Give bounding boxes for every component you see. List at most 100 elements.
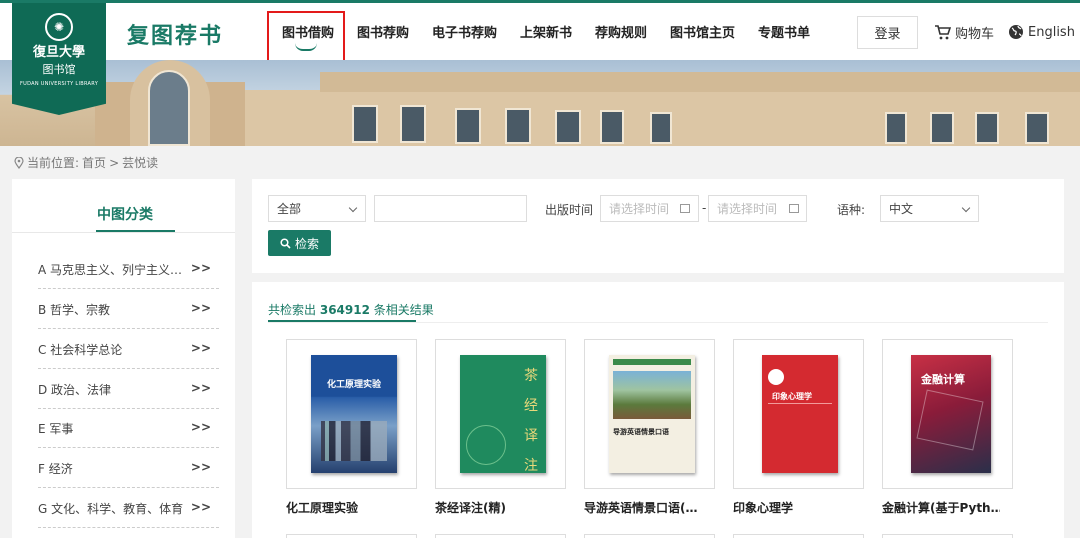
language-select[interactable]: 中文 — [880, 195, 979, 222]
book-cover-frame: 化工原理实验 — [286, 339, 417, 489]
university-seal-icon: ✺ — [45, 13, 73, 41]
pub-time-label: 出版时间 — [545, 203, 594, 217]
nav-recommend-rules[interactable]: 荐购规则 — [595, 22, 647, 41]
nav-active-arc — [295, 43, 317, 51]
book-cover-ornament — [466, 425, 506, 465]
banner-window — [650, 112, 672, 144]
sidebar-divider — [12, 232, 235, 233]
banner-window — [930, 112, 954, 144]
book-cover-emblem — [768, 369, 784, 385]
book-title: 导游英语情景口语(… — [584, 501, 698, 515]
category-item-e[interactable]: E 军事 >> — [38, 408, 219, 448]
library-logo[interactable]: ✺ 復旦大學 图书馆 FUDAN UNIVERSITY LIBRARY — [12, 3, 106, 115]
scope-select-value: 全部 — [277, 202, 302, 216]
banner-window — [555, 110, 581, 144]
book-cover-frame: 印象心理学 — [733, 339, 864, 489]
book-card[interactable]: 化工原理实验 化工原理实验 — [286, 339, 417, 516]
book-cover: 印象心理学 — [762, 355, 838, 473]
category-item-a[interactable]: A 马克思主义、列宁主义、毛泽东思想、邓小平理论>> — [38, 249, 219, 289]
nav-library-home[interactable]: 图书馆主页 — [670, 22, 735, 41]
search-icon — [280, 237, 291, 249]
book-cover-frame: 导游英语情景口语 — [584, 339, 715, 489]
result-count-suffix: 条相关结果 — [373, 303, 434, 317]
category-arrow: >> — [190, 460, 211, 474]
book-cover-title: 金融计算 — [921, 373, 965, 386]
banner-window — [505, 108, 531, 144]
banner-building-roof — [320, 72, 1080, 92]
book-card-next-row — [882, 534, 1013, 538]
sidebar-title: 中图分类 — [97, 207, 153, 223]
book-card[interactable]: 印象心理学 印象心理学 — [733, 339, 864, 516]
cart-icon — [935, 25, 951, 40]
language-select-value: 中文 — [889, 202, 914, 216]
book-card-next-row — [584, 534, 715, 538]
category-label: G 文化、科学、教育、体育 — [38, 502, 184, 516]
category-label: F 经济 — [38, 462, 73, 476]
nav-ebook-recommend[interactable]: 电子书荐购 — [432, 22, 497, 41]
language-switch[interactable]: English — [1008, 24, 1075, 40]
logo-library: 图书馆 — [42, 63, 76, 76]
book-cover-title: 茶经译注 — [524, 368, 538, 473]
category-item-c[interactable]: C 社会科学总论 >> — [38, 329, 219, 369]
book-card-next-row — [733, 534, 864, 538]
book-cover: 化工原理实验 — [311, 355, 397, 473]
results-panel: 共检索出 364912 条相关结果 化工原理实验 化工原理实验 茶经译注 茶经译… — [252, 282, 1064, 538]
category-arrow: >> — [190, 261, 211, 275]
cart-link[interactable]: 购物车 — [934, 23, 994, 42]
result-count-number: 364912 — [319, 303, 370, 317]
search-button-label: 检索 — [294, 236, 319, 251]
nav-topic-lists[interactable]: 专题书单 — [758, 22, 810, 41]
logo-university: 復旦大學 — [32, 45, 85, 60]
category-arrow: >> — [190, 420, 211, 434]
scope-select[interactable]: 全部 — [268, 195, 366, 222]
book-card[interactable]: 茶经译注 茶经译注(精) — [435, 339, 566, 516]
category-item-f[interactable]: F 经济 >> — [38, 448, 219, 488]
book-title: 金融计算(基于Pyth… — [882, 501, 1000, 515]
banner-window — [600, 110, 624, 144]
logo-english: FUDAN UNIVERSITY LIBRARY — [19, 81, 99, 87]
nav-new-books[interactable]: 上架新书 — [520, 22, 572, 41]
result-count: 共检索出 364912 条相关结果 — [268, 301, 434, 318]
book-card[interactable]: 导游英语情景口语 导游英语情景口语(… — [584, 339, 715, 516]
search-button[interactable]: 检索 — [268, 230, 331, 256]
book-cover-title: 导游英语情景口语 — [613, 428, 669, 436]
banner-window — [975, 112, 999, 144]
category-label: C 社会科学总论 — [38, 343, 123, 357]
chevron-down-icon — [961, 203, 971, 213]
keyword-input[interactable] — [374, 195, 527, 222]
result-count-prefix: 共检索出 — [268, 303, 317, 317]
cart-label: 购物车 — [955, 27, 995, 42]
breadcrumb-separator: > — [109, 155, 120, 170]
category-item-b[interactable]: B 哲学、宗教 >> — [38, 289, 219, 329]
banner-window — [885, 112, 907, 144]
category-label: B 哲学、宗教 — [38, 303, 111, 317]
login-button[interactable]: 登录 — [857, 16, 918, 49]
book-cover-title: 化工原理实验 — [327, 380, 382, 390]
book-cover: 金融计算 — [911, 355, 991, 473]
calendar-icon — [789, 204, 799, 213]
breadcrumb-home[interactable]: 首页 — [82, 154, 106, 171]
site-brand[interactable]: 复图荐书 — [127, 18, 223, 50]
search-panel: 全部 出版时间 - 语种: 中文 检索 — [252, 179, 1064, 273]
banner-window — [400, 105, 426, 143]
book-title: 化工原理实验 — [286, 501, 359, 515]
category-label: A 马克思主义、列宁主义、毛泽东思想、邓小平理论 — [38, 263, 188, 277]
breadcrumb-current: 芸悦读 — [122, 156, 159, 170]
category-item-d[interactable]: D 政治、法律 >> — [38, 369, 219, 409]
category-arrow: >> — [190, 341, 211, 355]
calendar-icon — [680, 204, 690, 213]
date-range-separator: - — [702, 201, 707, 215]
book-card[interactable]: 金融计算 金融计算(基于Pyth… — [882, 339, 1013, 516]
book-cover: 导游英语情景口语 — [609, 355, 695, 473]
nav-book-borrow[interactable]: 图书借购 — [282, 22, 334, 41]
category-arrow: >> — [190, 381, 211, 395]
book-cover-frame: 金融计算 — [882, 339, 1013, 489]
book-cover-graphic — [916, 389, 984, 451]
campus-banner — [0, 60, 1080, 146]
chevron-down-icon — [348, 203, 358, 213]
category-item-g[interactable]: G 文化、科学、教育、体育 >> — [38, 488, 219, 528]
breadcrumb-prefix: 当前位置: — [27, 156, 80, 170]
location-pin-icon — [14, 156, 24, 169]
book-title: 茶经译注(精) — [435, 501, 506, 515]
nav-book-recommend[interactable]: 图书荐购 — [357, 22, 409, 41]
